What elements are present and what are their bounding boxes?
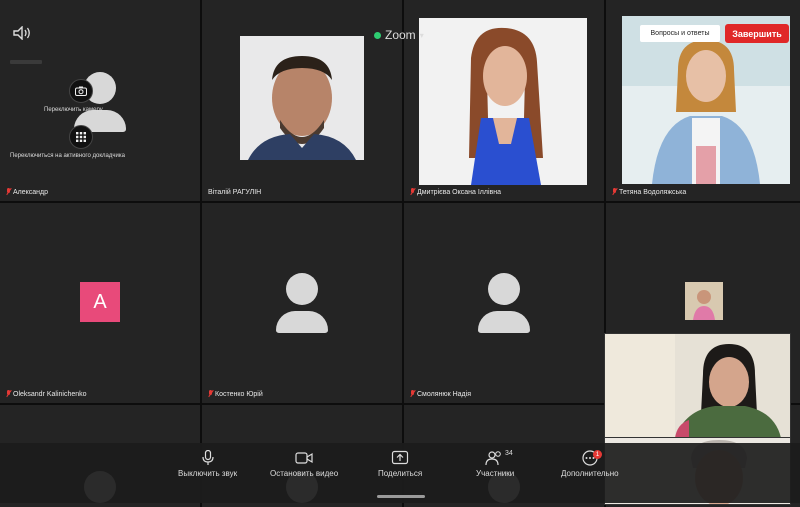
speaker-icon[interactable]: [12, 25, 32, 41]
secure-status-icon: [374, 31, 381, 39]
grid-icon[interactable]: [69, 125, 93, 149]
participant-name: Смолянюк Надія: [410, 390, 471, 398]
participant-name: Віталій РАГУЛІН: [208, 189, 262, 196]
participant-video: [240, 36, 364, 160]
camera-indicator: [10, 60, 42, 64]
mute-button[interactable]: Выключить звук: [178, 450, 237, 478]
mic-muted-icon: [612, 188, 617, 196]
more-label: Дополнительно: [561, 469, 619, 478]
more-button[interactable]: Дополнительно: [561, 450, 619, 478]
mic-muted-icon: [6, 390, 11, 398]
participants-count: 34: [505, 450, 513, 457]
mute-label: Выключить звук: [178, 469, 238, 478]
participant-name: Александр: [6, 188, 48, 196]
mic-muted-icon: [6, 188, 11, 196]
share-button[interactable]: Поделиться: [378, 450, 422, 478]
switch-camera-label[interactable]: Переключить камеру: [44, 107, 103, 113]
participant-name: Тетяна Водоляжська: [612, 188, 686, 196]
share-label: Поделиться: [378, 469, 423, 478]
participant-placeholder-icon: [276, 273, 328, 333]
stop-video-label: Остановить видео: [270, 469, 339, 478]
participant-tile[interactable]: Костенко Юрій: [202, 203, 402, 403]
participant-video: [419, 18, 587, 185]
end-meeting-button[interactable]: Завершить: [725, 24, 789, 43]
chevron-down-icon: ▾: [419, 30, 424, 40]
qa-button[interactable]: Вопросы и ответы: [640, 25, 720, 42]
participant-video-thumbnail: [685, 282, 723, 320]
participants-icon: [485, 451, 501, 466]
participant-name: Oleksandr Kalinichenko: [6, 390, 87, 398]
meeting-top-bar: Zoom ▾ Вопросы и ответы Завершить: [0, 0, 800, 43]
share-screen-icon: [391, 450, 409, 465]
mic-muted-icon: [410, 188, 415, 196]
switch-active-speaker-label[interactable]: Переключиться на активного докладчика: [10, 153, 125, 159]
notification-badge: 1: [593, 450, 602, 459]
mic-muted-icon: [208, 390, 213, 398]
participants-label: Участники: [476, 469, 515, 478]
avatar: A: [80, 282, 120, 322]
home-indicator: [377, 495, 425, 498]
participant-name: Костенко Юрій: [208, 390, 263, 398]
participant-tile[interactable]: Смолянюк Надія: [404, 203, 604, 403]
meeting-title[interactable]: Zoom ▾: [374, 28, 424, 42]
floating-video[interactable]: [604, 333, 791, 439]
stop-video-button[interactable]: Остановить видео: [270, 450, 338, 478]
participant-tile[interactable]: A Oleksandr Kalinichenko: [0, 203, 200, 403]
mic-muted-icon: [410, 390, 415, 398]
microphone-icon: [201, 450, 214, 465]
camera-switch-icon[interactable]: [69, 79, 93, 103]
participant-placeholder-icon: [478, 273, 530, 333]
video-camera-icon: [295, 452, 313, 464]
participant-name: Дмитрієва Оксана Іллівна: [410, 188, 501, 196]
